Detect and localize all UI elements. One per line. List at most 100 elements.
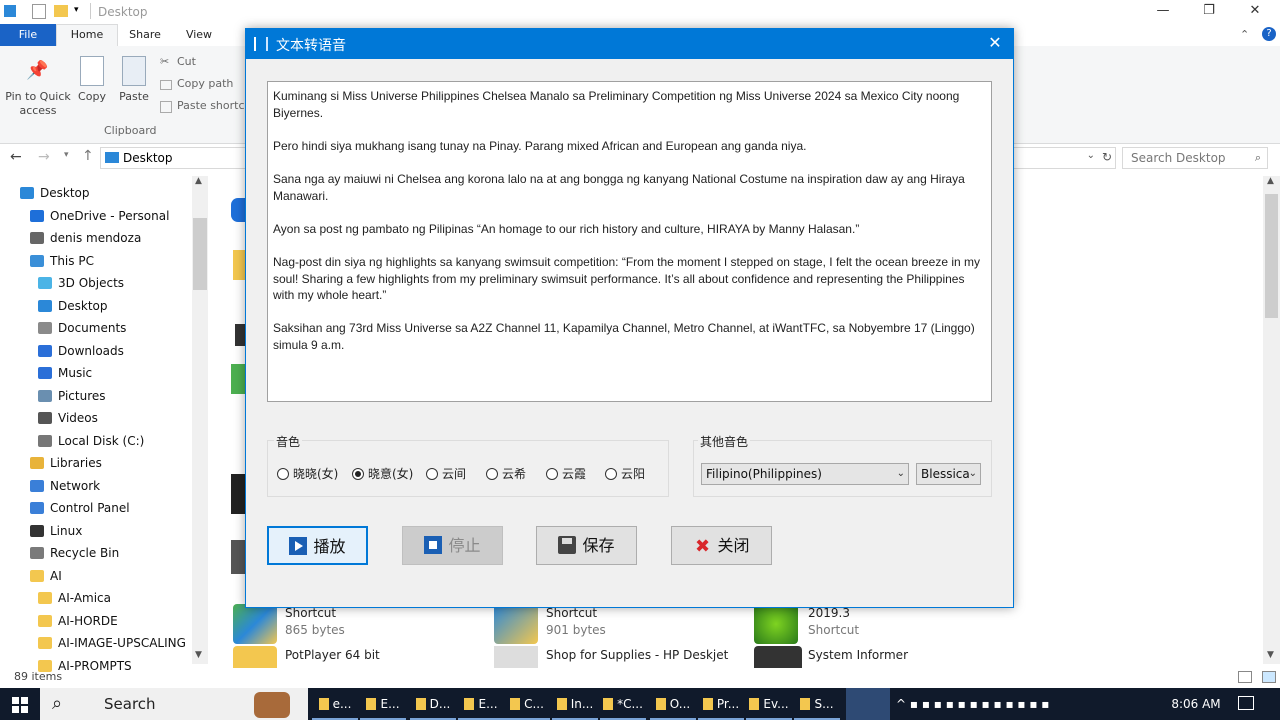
nav-item[interactable]: OneDrive - Personal — [0, 205, 192, 227]
taskbar-item[interactable]: Pr... — [698, 688, 744, 720]
file-item[interactable]: System Informer — [808, 647, 908, 664]
paste-button[interactable]: Paste — [116, 90, 152, 104]
voice-radio-5[interactable]: 云阳 — [605, 465, 645, 482]
tab-view[interactable]: View — [176, 24, 222, 46]
new-folder-icon[interactable] — [54, 5, 68, 17]
system-informer-icon[interactable] — [754, 646, 802, 668]
nav-item[interactable]: Local Disk (C:) — [0, 430, 192, 452]
voice-radio-2[interactable]: 云间 — [426, 465, 466, 482]
maximize-button[interactable]: ❐ — [1186, 0, 1232, 24]
voice-select[interactable]: Blessica ⌄ — [916, 463, 981, 485]
scroll-up-icon[interactable]: ▲ — [1267, 176, 1274, 186]
notifications-icon[interactable] — [1238, 696, 1254, 710]
radio-circle[interactable] — [486, 468, 498, 480]
file-item[interactable]: PotPlayer 64 bit — [285, 647, 380, 664]
large-icons-view-icon[interactable] — [1262, 671, 1276, 683]
radio-circle-selected[interactable] — [352, 468, 364, 480]
cut-button[interactable]: Cut — [177, 55, 196, 68]
scroll-thumb[interactable] — [193, 218, 207, 290]
radio-circle[interactable] — [277, 468, 289, 480]
file-item[interactable]: Shop for Supplies - HP Deskjet — [546, 647, 728, 664]
file-item[interactable]: Shortcut 865 bytes — [285, 605, 345, 639]
tab-file[interactable]: File — [0, 24, 56, 46]
nav-item[interactable]: AI-HORDE — [0, 610, 192, 632]
nav-item[interactable]: Recycle Bin — [0, 542, 192, 564]
taskbar-item[interactable]: E... — [360, 688, 406, 720]
nav-item[interactable]: Network — [0, 475, 192, 497]
nav-item[interactable]: Videos — [0, 407, 192, 429]
taskbar-item[interactable]: S... — [794, 688, 840, 720]
properties-icon[interactable] — [32, 4, 46, 19]
radio-circle[interactable] — [605, 468, 617, 480]
taskbar-item[interactable]: C... — [504, 688, 550, 720]
voice-radio-1[interactable]: 晓意(女) — [352, 465, 413, 482]
address-dropdown-icon[interactable]: ⌄ — [1087, 150, 1095, 161]
nav-item[interactable]: Libraries — [0, 452, 192, 474]
close-button[interactable]: ✖ 关闭 — [671, 526, 772, 565]
paste-shortcut-button[interactable]: Paste shortcut — [177, 99, 256, 112]
dialog-close-icon[interactable]: ✕ — [985, 33, 1005, 52]
up-icon[interactable]: ↑ — [82, 148, 94, 164]
nav-item[interactable]: 3D Objects — [0, 272, 192, 294]
tab-home[interactable]: Home — [56, 24, 118, 46]
taskbar-item[interactable]: D... — [410, 688, 456, 720]
nav-item[interactable]: Downloads — [0, 340, 192, 362]
voice-radio-3[interactable]: 云希 — [486, 465, 526, 482]
start-icon[interactable] — [12, 697, 28, 713]
content-scrollbar[interactable]: ▲ ▼ — [1263, 176, 1280, 664]
potplayer-icon[interactable] — [233, 646, 277, 668]
system-tray[interactable]: ^ ▪ ▪ ▪ ▪ ▪ ▪ ▪ ▪ ▪ ▪ ▪ ▪ — [896, 688, 1116, 720]
taskbar-item[interactable]: *C... — [600, 688, 646, 720]
nav-item[interactable]: Documents — [0, 317, 192, 339]
taskbar-item[interactable]: In... — [552, 688, 598, 720]
recent-locations-icon[interactable]: ▾ — [64, 150, 69, 160]
scroll-down-icon[interactable]: ▼ — [195, 650, 202, 660]
nav-item[interactable]: denis mendoza — [0, 227, 192, 249]
forward-icon[interactable]: → — [38, 149, 50, 165]
refresh-icon[interactable]: ↻ — [1102, 150, 1112, 164]
copy-path-button[interactable]: Copy path — [177, 77, 233, 90]
nav-item[interactable]: Music — [0, 362, 192, 384]
nav-item[interactable]: Control Panel — [0, 497, 192, 519]
voice-radio-4[interactable]: 云霞 — [546, 465, 586, 482]
back-icon[interactable]: ← — [10, 149, 22, 165]
file-item[interactable]: 2019.3 Shortcut — [808, 605, 859, 639]
nav-item[interactable]: AI — [0, 565, 192, 587]
radio-circle[interactable] — [546, 468, 558, 480]
details-view-icon[interactable] — [1238, 671, 1252, 683]
nav-item[interactable]: Pictures — [0, 385, 192, 407]
play-button[interactable]: 播放 — [267, 526, 368, 565]
shortcut-icon[interactable] — [754, 604, 798, 644]
scroll-up-icon[interactable]: ▲ — [195, 176, 202, 186]
file-item[interactable]: Shortcut 901 bytes — [546, 605, 606, 639]
text-input-area[interactable]: Kuminang si Miss Universe Philippines Ch… — [267, 81, 992, 402]
quick-access-dropdown-icon[interactable]: ▾ — [74, 5, 79, 15]
voice-radio-0[interactable]: 晓晓(女) — [277, 465, 338, 482]
stop-button[interactable]: 停止 — [402, 526, 503, 565]
nav-item[interactable]: AI-IMAGE-UPSCALING — [0, 632, 192, 654]
close-window-button[interactable]: ✕ — [1232, 0, 1278, 24]
minimize-button[interactable]: — — [1140, 0, 1186, 24]
language-select[interactable]: Filipino(Philippines) ⌄ — [701, 463, 909, 485]
radio-circle[interactable] — [426, 468, 438, 480]
taskbar-item[interactable]: e... — [312, 688, 358, 720]
hp-icon[interactable] — [494, 646, 538, 668]
pin-to-quick-access-button[interactable]: Pin to Quick access — [4, 90, 72, 118]
taskbar-search[interactable]: ⌕ Search — [40, 688, 308, 720]
help-icon[interactable]: ? — [1262, 27, 1276, 41]
clock[interactable]: 8:06 AM — [1166, 688, 1226, 720]
nav-item[interactable]: Linux — [0, 520, 192, 542]
shortcut-icon[interactable] — [494, 604, 538, 644]
scroll-thumb[interactable] — [1265, 194, 1278, 318]
nav-item[interactable]: Desktop — [0, 182, 192, 204]
nav-item[interactable]: Desktop — [0, 295, 192, 317]
copy-button[interactable]: Copy — [74, 90, 110, 104]
nav-item[interactable]: AI-Amica — [0, 587, 192, 609]
nav-item[interactable]: This PC — [0, 250, 192, 272]
taskbar-item[interactable]: Ev... — [746, 688, 792, 720]
tab-share[interactable]: Share — [122, 24, 168, 46]
taskbar-item[interactable]: O... — [650, 688, 696, 720]
text-to-speech-taskbar-icon[interactable] — [846, 688, 890, 720]
scroll-down-icon[interactable]: ▼ — [1267, 650, 1274, 660]
nav-scrollbar[interactable]: ▲ ▼ — [192, 176, 208, 664]
